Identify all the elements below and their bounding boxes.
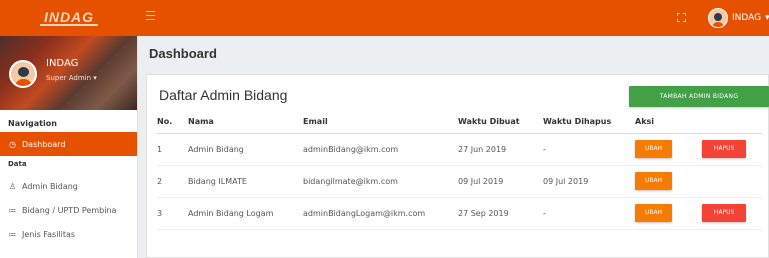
row-name: Bidang ILMATE bbox=[188, 165, 303, 198]
hamburger-icon[interactable] bbox=[146, 11, 155, 21]
sidebar: INDAG Super Admin ▾ Navigation ◷ Dashboa… bbox=[0, 36, 138, 258]
list-icon: ≔ bbox=[8, 229, 17, 239]
row-deleted: - bbox=[543, 133, 635, 166]
row-created: 27 Sep 2019 bbox=[458, 197, 543, 230]
delete-button[interactable]: HAPUS bbox=[702, 140, 747, 158]
logo-container[interactable]: INDAG bbox=[0, 0, 138, 36]
column-header: No. bbox=[157, 111, 188, 134]
edit-button[interactable]: UBAH bbox=[635, 140, 672, 158]
sidebar-item-label: Dashboard bbox=[22, 139, 66, 149]
card-title: Daftar Admin Bidang bbox=[159, 87, 288, 103]
row-email: adminBidangLogam@ikm.com bbox=[303, 197, 458, 230]
top-bar: INDAG INDAG ▾ bbox=[0, 0, 769, 36]
row-created: 27 Jun 2019 bbox=[458, 133, 543, 166]
column-header: Nama bbox=[188, 111, 303, 134]
sidebar-item-label: Jenis Fasilitas bbox=[22, 229, 76, 239]
column-header: Waktu Dihapus bbox=[543, 111, 635, 134]
table-header-row: No. Nama Email Waktu Dibuat Waktu Dihapu… bbox=[157, 111, 762, 134]
admin-table: No. Nama Email Waktu Dibuat Waktu Dihapu… bbox=[157, 111, 762, 230]
edit-button[interactable]: UBAH bbox=[635, 204, 672, 222]
row-name: Admin Bidang Logam bbox=[188, 197, 303, 230]
page-title: Dashboard bbox=[149, 46, 217, 61]
edit-button[interactable]: UBAH bbox=[635, 172, 672, 190]
fullscreen-icon[interactable] bbox=[677, 13, 686, 22]
avatar bbox=[708, 8, 728, 28]
sidebar-item-label: Bidang / UPTD Pembina bbox=[22, 205, 117, 215]
app-logo: INDAG bbox=[39, 10, 99, 26]
chevron-down-icon: ▾ bbox=[765, 13, 769, 23]
row-deleted: - bbox=[543, 197, 635, 230]
row-number: 1 bbox=[157, 133, 188, 166]
table-row: 1 Admin Bidang adminBidang@ikm.com 27 Ju… bbox=[157, 133, 762, 166]
profile-name: INDAG bbox=[46, 58, 79, 69]
column-header: Aksi bbox=[635, 111, 762, 134]
row-number: 2 bbox=[157, 165, 188, 198]
column-header: Waktu Dibuat bbox=[458, 111, 543, 134]
clock-icon: ◷ bbox=[9, 139, 16, 149]
row-created: 09 Jul 2019 bbox=[458, 165, 543, 198]
list-icon: ≔ bbox=[8, 205, 17, 215]
user-menu-label: INDAG bbox=[732, 13, 762, 23]
row-number: 3 bbox=[157, 197, 188, 230]
sidebar-item-bidang-uptd[interactable]: ≔ Bidang / UPTD Pembina bbox=[0, 198, 137, 222]
admin-bidang-card: Daftar Admin Bidang TAMBAH ADMIN BIDANG … bbox=[146, 74, 769, 258]
row-actions: UBAH HAPUS bbox=[635, 133, 762, 166]
delete-button[interactable]: HAPUS bbox=[702, 204, 747, 222]
user-icon: ♙ bbox=[8, 181, 17, 191]
sidebar-profile: INDAG Super Admin ▾ bbox=[0, 36, 137, 110]
add-admin-button[interactable]: TAMBAH ADMIN BIDANG bbox=[629, 86, 769, 107]
sidebar-item-jenis-fasilitas[interactable]: ≔ Jenis Fasilitas bbox=[0, 222, 137, 246]
sidebar-item-admin-bidang[interactable]: ♙ Admin Bidang bbox=[0, 174, 137, 198]
column-header: Email bbox=[303, 111, 458, 134]
sidebar-item-label: Admin Bidang bbox=[22, 181, 78, 191]
nav-header: Navigation bbox=[8, 119, 57, 128]
row-name: Admin Bidang bbox=[188, 133, 303, 166]
row-email: bidangilmate@ikm.com bbox=[303, 165, 458, 198]
nav-section-data: Data bbox=[8, 160, 27, 168]
row-actions: UBAH bbox=[635, 165, 762, 198]
table-row: 2 Bidang ILMATE bidangilmate@ikm.com 09 … bbox=[157, 165, 762, 198]
profile-avatar bbox=[9, 60, 37, 88]
row-deleted: 09 Jul 2019 bbox=[543, 165, 635, 198]
user-menu[interactable]: INDAG ▾ bbox=[708, 8, 769, 28]
profile-role-dropdown[interactable]: Super Admin ▾ bbox=[46, 74, 97, 82]
row-email: adminBidang@ikm.com bbox=[303, 133, 458, 166]
sidebar-item-dashboard[interactable]: ◷ Dashboard bbox=[0, 132, 137, 156]
row-actions: UBAH HAPUS bbox=[635, 197, 762, 230]
table-row: 3 Admin Bidang Logam adminBidangLogam@ik… bbox=[157, 197, 762, 230]
